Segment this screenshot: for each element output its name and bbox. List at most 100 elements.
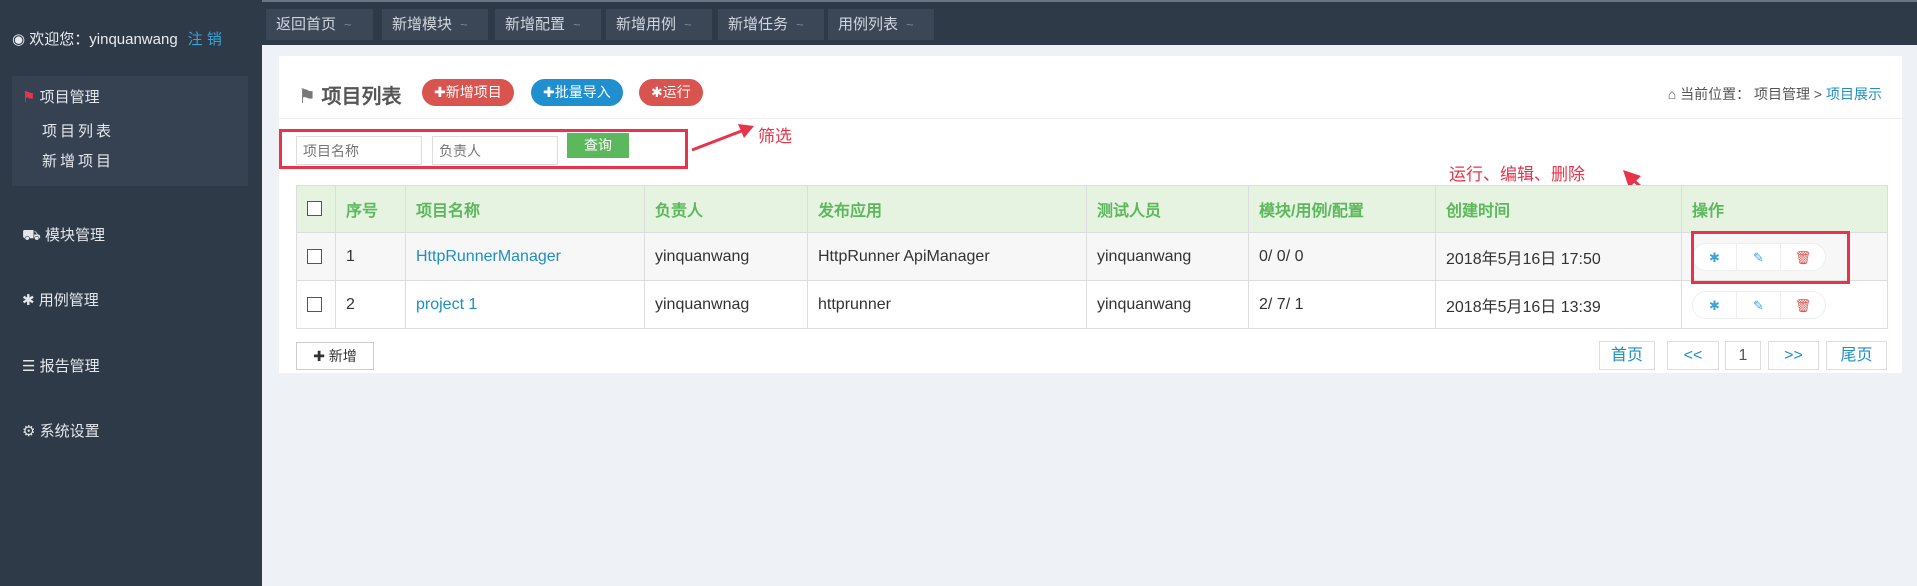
label: 返回首页: [276, 16, 337, 33]
label: 运行: [662, 84, 691, 100]
add-button[interactable]: ✚ 新增: [296, 342, 374, 370]
label: 新增用例: [616, 16, 677, 33]
cell-owner: yinquanwang: [644, 232, 808, 281]
sidebar-sub-add-project[interactable]: 新增项目: [42, 150, 114, 171]
label: 新增模块: [392, 16, 453, 33]
run-button[interactable]: ✱运行: [639, 79, 703, 106]
wave-icon: ~: [573, 17, 581, 32]
top-bar: 返回首页 ~ 新增模块 ~ 新增配置 ~ 新增用例 ~ 新增任务 ~ 用例列表 ~: [262, 0, 1917, 45]
wave-icon: ~: [344, 17, 352, 32]
query-button[interactable]: 查询: [567, 133, 629, 158]
home-icon: ⌂: [1667, 86, 1681, 102]
cell-app: HttpRunner ApiManager: [807, 232, 1087, 281]
sidebar-item-case[interactable]: ✱ 用例管理: [22, 289, 99, 310]
breadcrumb-parent[interactable]: 项目管理: [1754, 86, 1810, 102]
page-1[interactable]: 1: [1725, 341, 1761, 370]
logout-link[interactable]: 注 销: [188, 31, 222, 48]
cell-counts: 2/ 7/ 1: [1248, 280, 1436, 329]
project-link[interactable]: HttpRunnerManager: [405, 232, 645, 281]
breadcrumb-current: 项目展示: [1826, 86, 1882, 102]
bug-icon: ✱: [651, 84, 663, 100]
breadcrumb-prefix: 当前位置：: [1680, 86, 1751, 102]
col-name: 项目名称: [405, 185, 645, 233]
label: 用例管理: [38, 292, 99, 309]
page-prev[interactable]: <<: [1667, 341, 1719, 370]
label: 新增任务: [728, 16, 789, 33]
tab-home[interactable]: 返回首页 ~: [266, 9, 373, 40]
tab-add-config[interactable]: 新增配置 ~: [495, 9, 601, 40]
wave-icon: ~: [906, 17, 914, 32]
annotation-filter-label: 筛选: [758, 127, 792, 146]
wave-icon: ~: [684, 17, 692, 32]
title-text: 项目列表: [321, 86, 402, 108]
wave-icon: ~: [460, 17, 468, 32]
breadcrumb: ⌂ 当前位置： 项目管理 > 项目展示: [1668, 84, 1882, 104]
batch-import-button[interactable]: ✚批量导入: [531, 79, 623, 106]
col-counts: 模块/用例/配置: [1248, 185, 1436, 233]
cell-index: 2: [335, 280, 406, 329]
label: 系统设置: [39, 423, 100, 440]
table-row: 2 project 1 yinquanwnag httprunner yinqu…: [296, 280, 1888, 329]
list-icon: ☰: [22, 358, 40, 375]
page-next[interactable]: >>: [1768, 341, 1819, 370]
tab-add-task[interactable]: 新增任务 ~: [718, 9, 824, 40]
select-all-checkbox[interactable]: [307, 201, 322, 217]
col-owner: 负责人: [644, 185, 808, 233]
edit-icon[interactable]: ✎: [1737, 291, 1781, 318]
cell-index: 1: [335, 232, 406, 281]
tab-add-case[interactable]: 新增用例 ~: [606, 9, 712, 40]
label: 报告管理: [39, 358, 100, 375]
wave-icon: ~: [796, 17, 804, 32]
project-table: 序号 项目名称 负责人 发布应用 测试人员 模块/用例/配置 创建时间 操作 1…: [296, 185, 1888, 329]
project-link[interactable]: project 1: [405, 280, 645, 329]
table-header: 序号 项目名称 负责人 发布应用 测试人员 模块/用例/配置 创建时间 操作: [296, 185, 1888, 233]
cell-created: 2018年5月16日 17:50: [1435, 232, 1682, 281]
flag-icon: ⚑: [22, 89, 40, 106]
col-index: 序号: [335, 185, 406, 233]
sidebar-item-report[interactable]: ☰ 报告管理: [22, 355, 100, 376]
tab-case-list[interactable]: 用例列表 ~: [828, 9, 934, 40]
owner-input[interactable]: [432, 136, 558, 165]
col-actions: 操作: [1681, 185, 1888, 233]
col-created: 创建时间: [1435, 185, 1682, 233]
cart-icon: ⛟: [22, 227, 46, 244]
label: 项目管理: [39, 89, 100, 106]
row-checkbox[interactable]: [307, 248, 322, 264]
table-row: 1 HttpRunnerManager yinquanwang HttpRunn…: [296, 232, 1888, 281]
gears-icon: ⚙: [22, 423, 40, 440]
bug-icon: ✱: [22, 292, 39, 309]
col-app: 发布应用: [807, 185, 1087, 233]
sidebar-item-settings[interactable]: ⚙ 系统设置: [22, 420, 100, 441]
annotation-arrow-filter: [691, 124, 754, 152]
cell-created: 2018年5月16日 13:39: [1435, 280, 1682, 329]
label: 模块管理: [45, 227, 106, 244]
label: 新增配置: [505, 16, 566, 33]
annotation-actions-box: [1691, 231, 1850, 284]
run-bug-icon[interactable]: ✱: [1693, 291, 1737, 318]
annotation-actions-label: 运行、编辑、删除: [1449, 165, 1585, 184]
page-first[interactable]: 首页: [1599, 341, 1655, 370]
cell-app: httprunner: [807, 280, 1087, 329]
row-checkbox[interactable]: [307, 296, 322, 312]
dashboard-icon: ◉: [12, 31, 30, 48]
cell-tester: yinquanwang: [1086, 232, 1249, 281]
tab-add-module[interactable]: 新增模块 ~: [382, 9, 488, 40]
row-actions: ✱ ✎ 🗑: [1692, 290, 1826, 319]
welcome: ◉ 欢迎您：yinquanwang 注 销: [12, 28, 222, 49]
project-name-input[interactable]: [296, 136, 422, 165]
label: 用例列表: [838, 16, 899, 33]
cell-owner: yinquanwnag: [644, 280, 808, 329]
sidebar-item-project[interactable]: ⚑ 项目管理: [22, 86, 100, 107]
sidebar-item-module[interactable]: ⛟ 模块管理: [22, 224, 105, 246]
trash-icon[interactable]: 🗑: [1781, 292, 1825, 318]
page-last[interactable]: 尾页: [1826, 341, 1887, 370]
page-title: ⚑ 项目列表: [298, 80, 402, 109]
add-project-button[interactable]: ✚新增项目: [422, 79, 514, 106]
cell-tester: yinquanwang: [1086, 280, 1249, 329]
divider: [279, 118, 1902, 119]
sidebar-sub-project-list[interactable]: 项目列表: [42, 120, 114, 141]
breadcrumb-sep: >: [1813, 86, 1823, 102]
cell-counts: 0/ 0/ 0: [1248, 232, 1436, 281]
welcome-text: 欢迎您：yinquanwang: [29, 31, 178, 48]
flag-icon: ⚑: [298, 86, 322, 108]
